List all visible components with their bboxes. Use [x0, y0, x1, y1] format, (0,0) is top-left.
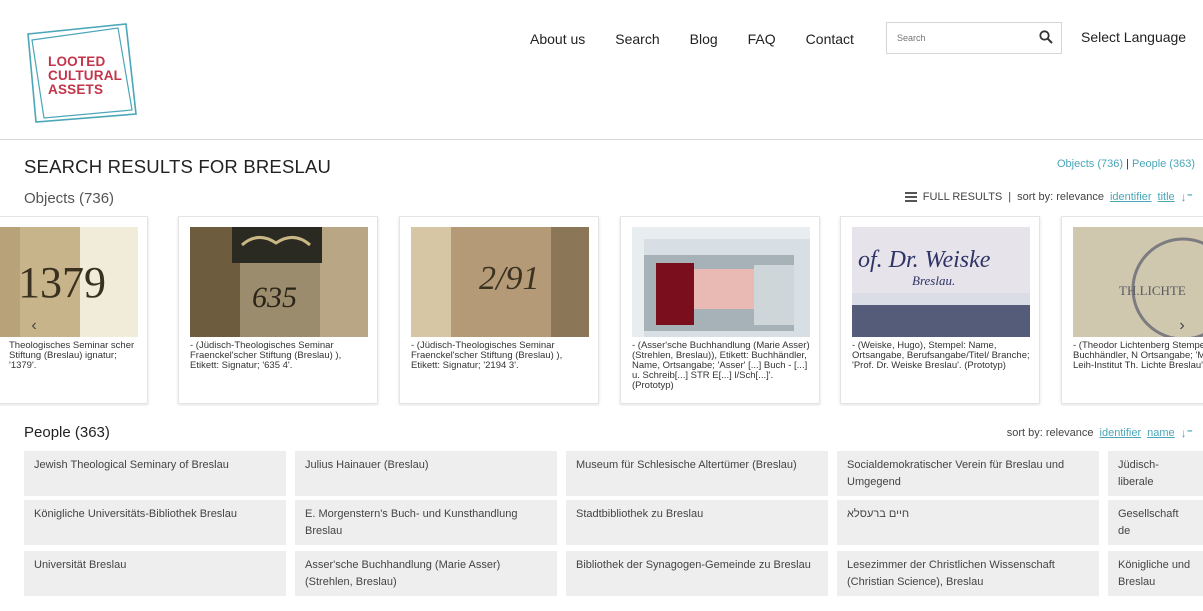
search-input[interactable]: [887, 23, 1027, 53]
logo-line-1: LOOTED: [48, 54, 106, 69]
object-caption: - (Jüdisch-Theologisches Seminar Fraenck…: [190, 340, 342, 371]
object-caption: - (Theodor Lichtenberg Stempel: Buchhänd…: [1073, 340, 1203, 371]
full-results-link[interactable]: FULL RESULTS: [923, 191, 1002, 203]
object-thumbnail: [632, 227, 810, 337]
person-cell[interactable]: Museum für Schlesische Altertümer (Bresl…: [566, 451, 828, 496]
objects-carousel: 1379 Theologisches Seminar scher Stiftun…: [0, 216, 1203, 406]
logo-line-3: ASSETS: [48, 82, 104, 97]
svg-text:2/91: 2/91: [479, 260, 539, 297]
person-cell[interactable]: Jewish Theological Seminary of Breslau: [24, 451, 286, 496]
carousel-prev-button[interactable]: ‹: [24, 308, 44, 344]
object-card[interactable]: 635 - (Jüdisch-Theologisches Seminar Fra…: [178, 216, 378, 404]
main-nav: About us Search Blog FAQ Contact: [530, 28, 884, 50]
object-caption: - (Jüdisch-Theologisches Seminar Fraenck…: [411, 340, 563, 371]
person-cell[interactable]: Stadtbibliothek zu Breslau: [566, 500, 828, 545]
people-sort-relevance[interactable]: sort by: relevance: [1007, 427, 1094, 439]
results-links: Objects (736) | People (363): [1057, 158, 1195, 170]
svg-text:1379: 1379: [18, 258, 106, 307]
svg-text:Breslau.: Breslau.: [912, 273, 955, 288]
object-caption: Theologisches Seminar scher Stiftung (Br…: [9, 340, 135, 371]
nav-blog[interactable]: Blog: [690, 28, 718, 50]
chevron-left-icon: ‹: [31, 317, 37, 334]
object-thumbnail: 1379: [0, 227, 138, 337]
person-cell[interactable]: Socialdemokratischer Verein für Breslau …: [837, 451, 1099, 496]
search-icon[interactable]: [1039, 30, 1053, 44]
person-cell[interactable]: Asser'sche Buchhandlung (Marie Asser) (S…: [295, 551, 557, 596]
list-icon[interactable]: [904, 192, 917, 202]
sort-separator: |: [1008, 191, 1012, 203]
sort-relevance[interactable]: sort by: relevance: [1017, 191, 1104, 203]
sort-title[interactable]: title: [1158, 191, 1175, 203]
object-card[interactable]: 1379 Theologisches Seminar scher Stiftun…: [0, 216, 148, 404]
person-cell[interactable]: E. Morgenstern's Buch- und Kunsthandlung…: [295, 500, 557, 545]
link-separator: |: [1126, 158, 1129, 170]
chevron-right-icon: ›: [1179, 317, 1185, 334]
object-caption: - (Weiske, Hugo), Stempel: Name, Ortsang…: [852, 340, 1030, 371]
objects-section-title: Objects (736): [24, 190, 115, 207]
sort-arrow-icon[interactable]: ↓⁼: [1181, 190, 1193, 204]
carousel-next-button[interactable]: ›: [1172, 308, 1192, 344]
object-thumbnail: 2/91: [411, 227, 589, 337]
svg-text:TH.LICHTE: TH.LICHTE: [1119, 283, 1186, 298]
person-cell[interactable]: Lesezimmer der Christlichen Wissenschaft…: [837, 551, 1099, 596]
people-sort-bar: sort by: relevance identifier name ↓⁼: [1007, 426, 1193, 440]
select-language[interactable]: Select Language: [1081, 29, 1186, 45]
person-cell[interactable]: Bibliothek der Synagogen-Gemeinde zu Bre…: [566, 551, 828, 596]
svg-text:635: 635: [252, 281, 297, 314]
objects-link[interactable]: Objects (736): [1057, 158, 1123, 170]
sort-arrow-icon[interactable]: ↓⁼: [1181, 426, 1193, 440]
people-sort-identifier[interactable]: identifier: [1100, 427, 1142, 439]
people-link[interactable]: People (363): [1132, 158, 1195, 170]
object-caption: - (Asser'sche Buchhandlung (Marie Asser)…: [632, 340, 810, 391]
person-cell[interactable]: Jüdisch-liberale: [1108, 451, 1203, 496]
sort-identifier[interactable]: identifier: [1110, 191, 1152, 203]
logo-text: LOOTED CULTURAL ASSETS: [48, 55, 122, 97]
object-card[interactable]: - (Asser'sche Buchhandlung (Marie Asser)…: [620, 216, 820, 404]
logo-line-2: CULTURAL: [48, 68, 123, 83]
person-cell[interactable]: Königliche Universitäts-Bibliothek Bresl…: [24, 500, 286, 545]
person-cell[interactable]: Julius Hainauer (Breslau): [295, 451, 557, 496]
object-thumbnail: 635: [190, 227, 368, 337]
nav-contact[interactable]: Contact: [806, 28, 854, 50]
site-header: LOOTED CULTURAL ASSETS About us Search B…: [0, 0, 1203, 140]
people-section-title: People (363): [24, 424, 110, 441]
nav-search[interactable]: Search: [615, 28, 659, 50]
nav-faq[interactable]: FAQ: [748, 28, 776, 50]
people-sort-name[interactable]: name: [1147, 427, 1175, 439]
page-title: SEARCH RESULTS FOR BRESLAU: [24, 156, 332, 177]
person-cell[interactable]: Königliche und Breslau: [1108, 551, 1203, 596]
search-box: [886, 22, 1062, 54]
person-cell[interactable]: Gesellschaft de: [1108, 500, 1203, 545]
person-cell[interactable]: Universität Breslau: [24, 551, 286, 596]
objects-sort-bar: FULL RESULTS | sort by: relevance identi…: [904, 190, 1193, 204]
person-cell[interactable]: חיים ברעסלא: [837, 500, 1099, 545]
object-thumbnail: of. Dr. Weiske Breslau.: [852, 227, 1030, 337]
svg-text:of. Dr. Weiske: of. Dr. Weiske: [858, 247, 991, 273]
object-card[interactable]: of. Dr. Weiske Breslau. - (Weiske, Hugo)…: [840, 216, 1040, 404]
nav-about-us[interactable]: About us: [530, 28, 585, 50]
object-card[interactable]: 2/91 - (Jüdisch-Theologisches Seminar Fr…: [399, 216, 599, 404]
